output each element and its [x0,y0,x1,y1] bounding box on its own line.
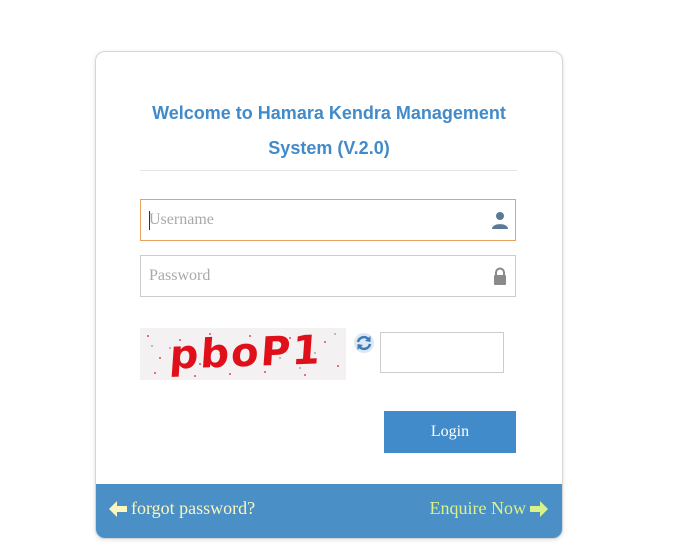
forgot-password-link[interactable]: forgot password? [109,498,255,519]
captcha-text: pboP1 [168,328,324,379]
title-divider [140,170,517,171]
login-card: Welcome to Hamara Kendra Management Syst… [95,51,563,539]
login-button[interactable]: Login [384,411,516,453]
password-field-wrapper [140,255,516,297]
arrow-right-icon [530,500,548,517]
card-footer: forgot password? Enquire Now [96,484,562,538]
username-field-wrapper [140,199,516,241]
user-icon [492,212,508,229]
enquire-now-label: Enquire Now [429,498,526,518]
arrow-left-icon [109,500,127,517]
text-caret [149,211,150,230]
captcha-image: pboP1 [140,328,346,380]
forgot-password-label: forgot password? [131,498,256,518]
username-input[interactable] [141,200,471,240]
password-input[interactable] [141,256,471,296]
enquire-now-link[interactable]: Enquire Now [430,498,548,519]
page-title: Welcome to Hamara Kendra Management Syst… [152,103,506,158]
refresh-icon[interactable] [353,332,375,354]
captcha-input[interactable] [380,332,504,373]
lock-icon [494,267,506,285]
